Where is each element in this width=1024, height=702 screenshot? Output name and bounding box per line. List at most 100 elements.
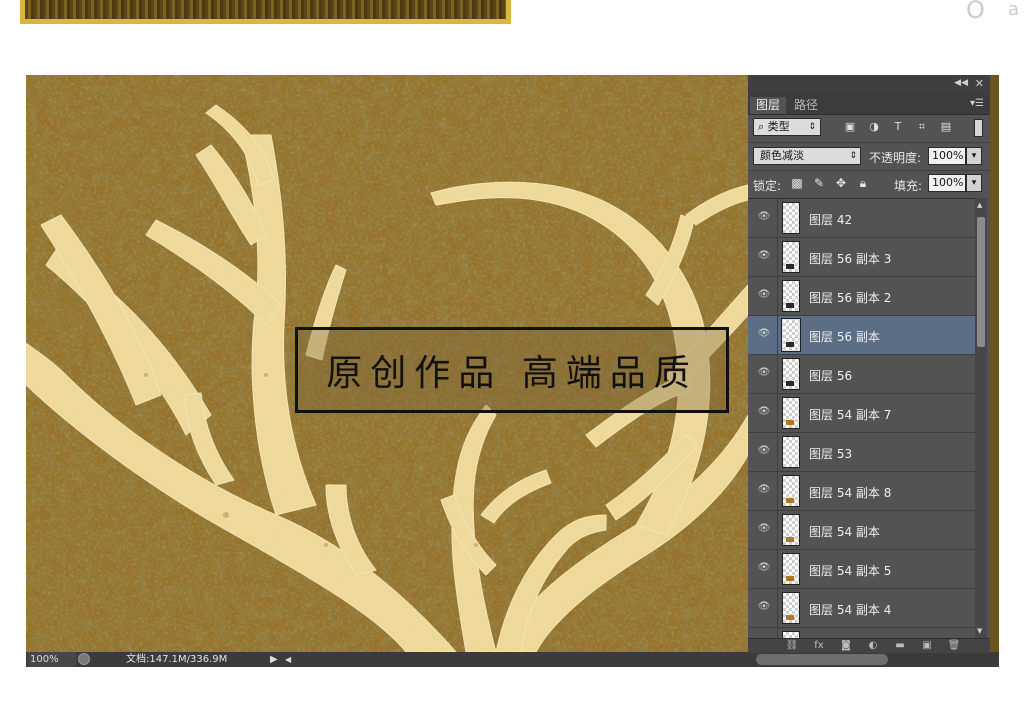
link-icon[interactable]: ⛓ <box>785 640 799 652</box>
scroll-left-arrow-icon[interactable]: ◀ <box>285 652 291 667</box>
document-size: 文档:147.1M/336.9M <box>126 654 228 665</box>
layer-row-selected[interactable]: 👁︎ 图层 56 副本 <box>748 316 975 355</box>
eye-icon[interactable]: 👁︎ <box>757 368 771 378</box>
layer-thumbnail <box>782 436 800 468</box>
mask-icon[interactable]: ◙ <box>839 640 853 652</box>
layer-thumbnail <box>782 280 800 312</box>
blend-mode-select[interactable]: 颜色减淡 ⇕ <box>753 147 861 165</box>
eye-icon[interactable]: 👁︎ <box>757 251 771 261</box>
adjustment-filter-icon[interactable]: ◑ <box>867 120 881 134</box>
scroll-up-icon[interactable]: ▲ <box>977 201 982 209</box>
background-glyph-o: O <box>966 0 985 24</box>
layer-row[interactable]: 👁︎ 图层 54 副本 <box>748 511 975 550</box>
layer-row[interactable]: 👁︎ 图层 54 副本 4 <box>748 589 975 628</box>
filter-toggle[interactable] <box>974 119 983 137</box>
panel-tabs: 图层 路径 ▾☰ <box>748 95 990 115</box>
panel-footer: ⛓ fx ◙ ◐ ▬ ▣ 🗑︎ <box>748 638 990 653</box>
eye-icon[interactable]: 👁︎ <box>757 290 771 300</box>
layers-panel: ◀◀ ✕ 图层 路径 ▾☰ ⌕ 类型 ⇕ ▣ ◑ T ⌗ ▤ 颜色减淡 ⇕ 不透… <box>748 75 990 653</box>
lock-position-icon[interactable]: ✥ <box>834 176 848 190</box>
scrollbar-thumb[interactable] <box>977 217 985 347</box>
layer-row[interactable]: 👁︎ 图层 56 副本 3 <box>748 238 975 277</box>
layer-name: 图层 56 副本 3 <box>809 252 892 266</box>
eye-icon[interactable]: 👁︎ <box>757 485 771 495</box>
layer-thumbnail <box>782 358 800 390</box>
panel-titlebar[interactable]: ◀◀ ✕ <box>748 75 990 95</box>
eye-icon[interactable]: 👁︎ <box>757 212 771 222</box>
layer-name: 图层 56 副本 2 <box>809 291 892 305</box>
panel-menu-icon[interactable]: ▾☰ <box>970 98 984 109</box>
layer-row[interactable]: 👁︎ 图层 42 <box>748 199 975 238</box>
lock-pixels-icon[interactable]: ✎ <box>812 176 826 190</box>
layer-thumbnail <box>782 397 800 429</box>
folder-icon[interactable]: ▬ <box>893 640 907 652</box>
layer-row[interactable]: 👁︎ 图层 54 副本 7 <box>748 394 975 433</box>
tab-layers[interactable]: 图层 <box>750 97 787 114</box>
share-icon[interactable] <box>78 653 90 665</box>
status-menu-arrow-icon[interactable]: ▶ <box>270 652 278 667</box>
lock-label: 锁定: <box>753 179 782 193</box>
layers-scrollbar[interactable]: ▲ ▼ <box>975 198 987 638</box>
layer-thumbnail <box>782 514 800 546</box>
layer-thumbnail <box>782 241 800 273</box>
adjustment-icon[interactable]: ◐ <box>866 640 880 652</box>
layer-row[interactable]: 👁︎ 图层 56 副本 2 <box>748 277 975 316</box>
close-icon[interactable]: ✕ <box>975 77 984 90</box>
select-caret-icon: ⇕ <box>808 122 816 132</box>
layer-thumbnail <box>781 318 801 352</box>
blend-mode-value: 颜色减淡 <box>760 149 804 162</box>
layer-name: 图层 54 副本 5 <box>809 564 892 578</box>
layer-thumbnail <box>782 553 800 585</box>
opacity-label: 不透明度: <box>869 151 922 165</box>
layer-name: 图层 54 副本 4 <box>809 603 892 617</box>
gold-texture-strip <box>25 0 506 19</box>
image-filter-icon[interactable]: ▣ <box>843 120 857 134</box>
fill-dropdown[interactable]: ▾ <box>966 174 982 192</box>
filter-kind-select[interactable]: ⌕ 类型 ⇕ <box>753 118 821 136</box>
layer-list: 👁︎ 图层 42 👁︎ 图层 56 副本 3 👁︎ 图层 56 副本 2 👁︎ … <box>748 198 975 639</box>
eye-icon[interactable]: 👁︎ <box>757 329 771 339</box>
text-filter-icon[interactable]: T <box>891 120 905 134</box>
canvas-edge-strip <box>990 75 999 652</box>
layer-name: 图层 56 副本 <box>809 330 880 344</box>
filter-kind-label: 类型 <box>767 120 790 133</box>
watermark-text: 原创作品 高端品质 <box>326 353 698 394</box>
layer-name: 图层 53 <box>809 447 853 461</box>
fill-label: 填充: <box>894 179 923 193</box>
layer-thumbnail <box>782 592 800 624</box>
layer-row[interactable]: 👁︎ 图层 56 <box>748 355 975 394</box>
background-glyph-a: a <box>1008 0 1020 20</box>
layer-thumbnail <box>782 202 800 234</box>
smart-object-filter-icon[interactable]: ▤ <box>939 120 953 134</box>
filter-row: ⌕ 类型 ⇕ ▣ ◑ T ⌗ ▤ <box>748 115 990 139</box>
fill-input[interactable]: 100% <box>928 174 966 192</box>
lock-all-icon[interactable]: 🔒︎ <box>856 176 870 190</box>
collapse-icon[interactable]: ◀◀ <box>954 78 968 88</box>
lock-transparency-icon[interactable]: ▩ <box>790 176 804 190</box>
status-bar: 100% 文档:147.1M/336.9M ▶ ◀ <box>26 652 999 667</box>
eye-icon[interactable]: 👁︎ <box>757 602 771 612</box>
horizontal-scrollbar[interactable] <box>756 654 888 665</box>
opacity-dropdown[interactable]: ▾ <box>966 147 982 165</box>
eye-icon[interactable]: 👁︎ <box>757 407 771 417</box>
select-caret-icon: ⇕ <box>849 151 857 161</box>
eye-icon[interactable]: 👁︎ <box>757 524 771 534</box>
layer-name: 图层 54 副本 <box>809 525 880 539</box>
tab-paths[interactable]: 路径 <box>788 97 824 114</box>
layer-thumbnail <box>782 475 800 507</box>
layer-name: 图层 54 副本 8 <box>809 486 892 500</box>
scroll-down-icon[interactable]: ▼ <box>977 627 982 635</box>
eye-icon[interactable]: 👁︎ <box>757 563 771 573</box>
layer-row[interactable]: 👁︎ 图层 54 副本 8 <box>748 472 975 511</box>
layer-row[interactable]: 👁︎ 图层 54 副本 5 <box>748 550 975 589</box>
trash-icon[interactable]: 🗑︎ <box>947 640 961 652</box>
opacity-input[interactable]: 100% <box>928 147 966 165</box>
document-canvas[interactable]: 原创作品 高端品质 <box>26 75 748 652</box>
eye-icon[interactable]: 👁︎ <box>757 446 771 456</box>
new-layer-icon[interactable]: ▣ <box>920 640 934 652</box>
fx-icon[interactable]: fx <box>812 640 826 652</box>
lock-row: 锁定: ▩ ✎ ✥ 🔒︎ 填充: 100% ▾ <box>748 170 990 195</box>
zoom-level[interactable]: 100% <box>28 652 76 667</box>
layer-row[interactable]: 👁︎ 图层 53 <box>748 433 975 472</box>
shape-filter-icon[interactable]: ⌗ <box>915 120 929 134</box>
